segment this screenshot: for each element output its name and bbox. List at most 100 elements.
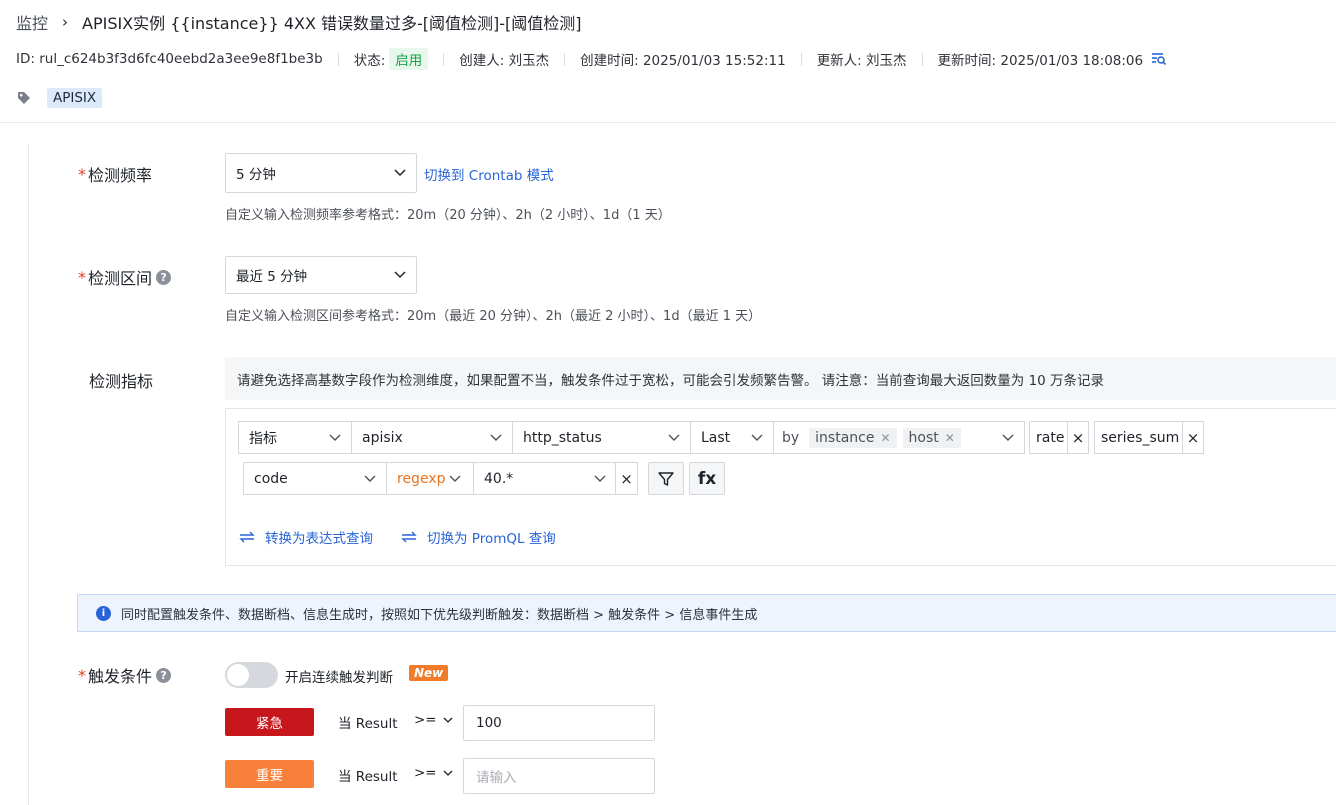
interval-hint: 自定义输入检测区间参考格式：20m（最近 20 分钟）、2h（最近 2 小时）、… [225, 309, 762, 324]
metrics-label-text: 检测指标 [89, 372, 154, 391]
chip-label: host [908, 429, 939, 446]
chip-remove-icon[interactable]: ✕ [880, 431, 890, 445]
chevron-down-icon [329, 434, 341, 441]
metric-source-value: apisix [362, 429, 403, 446]
frequency-label: * 检测频率 [78, 162, 152, 186]
interval-select[interactable]: 最近 5 分钟 [225, 256, 417, 294]
frequency-select[interactable]: 5 分钟 [225, 153, 417, 193]
query-type-value: 指标 [249, 430, 277, 447]
operator-select[interactable]: >= [414, 712, 453, 728]
threshold-input-important[interactable]: 请输入 [463, 758, 655, 794]
level-important-badge: 重要 [225, 760, 314, 788]
function-button[interactable]: fx [689, 462, 725, 495]
updated-at: 更新时间: 2025/01/03 18:08:06 [937, 53, 1144, 69]
switch-crontab-link[interactable]: 切换到 Crontab 模式 [424, 164, 554, 184]
divider [564, 52, 566, 66]
chip-label: instance [815, 429, 875, 446]
history-search-icon[interactable] [1151, 52, 1167, 66]
toggle-knob [227, 664, 249, 686]
operator-value: >= [414, 765, 437, 781]
operator-value: >= [414, 712, 437, 728]
switch-promql-label: 切换为 PromQL 查询 [427, 531, 556, 547]
aggregation-value: Last [701, 429, 731, 446]
convert-expression-link[interactable]: 转换为表达式查询 [239, 527, 373, 547]
trigger-label: * 触发条件 ? [78, 663, 172, 687]
divider [443, 52, 445, 66]
metrics-warning-text: 请避免选择高基数字段作为检测维度，如果配置不当，触发条件过于宽松，可能会引发频繁… [237, 372, 1105, 389]
function-label: series_sum [1101, 429, 1180, 446]
chevron-down-icon [449, 475, 461, 482]
interval-value: 最近 5 分钟 [236, 269, 308, 285]
metric-source-select[interactable]: apisix [351, 421, 513, 454]
condition-text: 当 Result [338, 769, 398, 785]
group-by-select[interactable]: by instance ✕ host ✕ [773, 421, 1025, 454]
frequency-hint: 自定义输入检测频率参考格式：20m（20 分钟）、2h（2 小时）、1d（1 天… [225, 208, 671, 223]
metric-field-select[interactable]: http_status [512, 421, 691, 454]
operator-select[interactable]: >= [414, 765, 453, 781]
tag-chip: APISIX [47, 88, 103, 108]
chevron-down-icon [394, 271, 406, 279]
interval-label: * 检测区间 ? [78, 265, 172, 289]
metrics-warning: 请避免选择高基数字段作为检测维度，如果配置不当，触发条件过于宽松，可能会引发频繁… [225, 357, 1336, 400]
chevron-down-icon [751, 434, 763, 441]
trigger-label-text: 触发条件 [88, 667, 153, 686]
group-by-chip: host ✕ [902, 427, 961, 448]
help-icon[interactable]: ? [156, 269, 172, 285]
switch-icon [239, 531, 255, 543]
function-series-sum: series_sum [1094, 421, 1184, 454]
fx-icon: fx [697, 468, 717, 489]
by-label: by [782, 429, 800, 446]
updater: 更新人: 刘玉杰 [816, 53, 907, 69]
filter-operator-select[interactable]: regexp [386, 462, 474, 495]
continuous-trigger-toggle[interactable] [225, 662, 278, 688]
continuous-trigger-label: 开启连续触发判断 [285, 670, 393, 686]
threshold-input-critical[interactable]: 100 [463, 705, 655, 741]
aggregation-select[interactable]: Last [690, 421, 774, 454]
required-mark: * [78, 665, 86, 685]
created-at: 创建时间: 2025/01/03 15:52:11 [580, 53, 786, 69]
status-badge: 启用 [389, 48, 429, 70]
priority-info-bar: i 同时配置触发条件、数据断档、信息生成时，按照如下优先级判断触发：数据断档 >… [77, 594, 1336, 632]
chevron-down-icon [394, 169, 406, 177]
remove-function-button[interactable]: × [1182, 421, 1204, 454]
filter-button[interactable] [648, 462, 684, 495]
remove-filter-button[interactable]: × [615, 462, 638, 495]
filter-value: 40.* [484, 470, 514, 487]
metric-field-value: http_status [523, 429, 602, 446]
header-divider [0, 122, 1336, 123]
page-header: 监控 › APISIX实例 {{instance}} 4XX 错误数量过多-[阈… [16, 11, 582, 33]
remove-function-button[interactable]: × [1067, 421, 1089, 454]
chevron-down-icon [1002, 434, 1014, 441]
tag-icon [18, 92, 30, 104]
chip-remove-icon[interactable]: ✕ [945, 431, 955, 445]
filter-icon [658, 471, 674, 486]
new-badge: New [409, 665, 449, 681]
divider [921, 52, 923, 66]
filter-operator-value: regexp [397, 470, 446, 487]
switch-icon [401, 531, 417, 543]
switch-promql-link[interactable]: 切换为 PromQL 查询 [401, 527, 556, 547]
breadcrumb-chevron-icon: › [62, 13, 69, 31]
function-label: rate [1036, 429, 1065, 446]
rule-id: ID: rul_c624b3f3d6fc40eebd2a3ee9e8f1be3b [16, 51, 323, 67]
priority-info-text: 同时配置触发条件、数据断档、信息生成时，按照如下优先级判断触发：数据断档 > 触… [121, 607, 758, 623]
status-label: 状态: [353, 53, 386, 69]
group-by-chip: instance ✕ [809, 427, 897, 448]
breadcrumb-monitor[interactable]: 监控 [16, 10, 48, 34]
function-rate: rate [1029, 421, 1069, 454]
filter-key-select[interactable]: code [243, 462, 387, 495]
info-icon: i [96, 605, 111, 621]
help-icon[interactable]: ? [156, 667, 172, 683]
chevron-down-icon [490, 434, 502, 441]
chevron-down-icon [364, 475, 376, 482]
creator: 创建人: 刘玉杰 [459, 53, 550, 69]
interval-label-text: 检测区间 [88, 269, 153, 288]
filter-value-select[interactable]: 40.* [473, 462, 617, 495]
metrics-label: 检测指标 [89, 368, 153, 392]
query-type-select[interactable]: 指标 [238, 421, 352, 454]
frequency-value: 5 分钟 [236, 167, 276, 183]
frequency-label-text: 检测频率 [88, 166, 153, 185]
tag-row: APISIX [17, 87, 103, 109]
required-mark: * [78, 164, 86, 184]
divider [800, 52, 802, 66]
